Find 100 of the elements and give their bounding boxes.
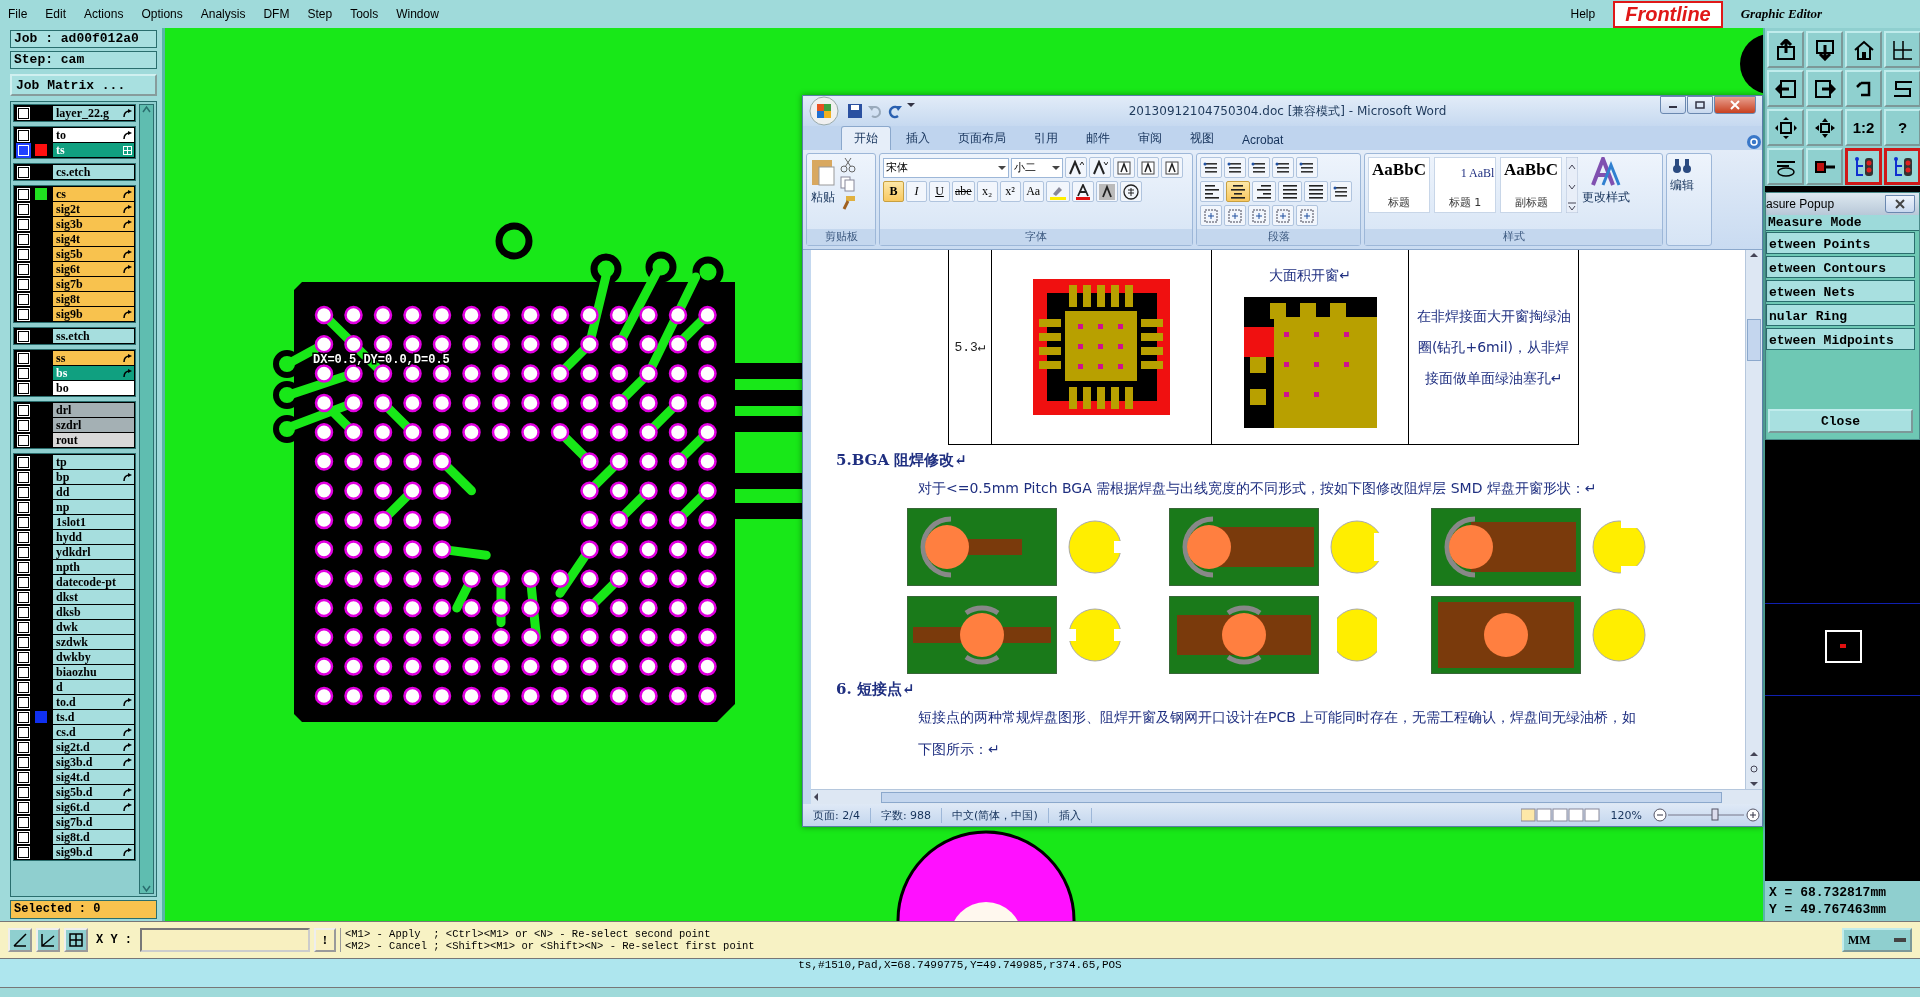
align-button[interactable] (1278, 181, 1302, 202)
scrollbar[interactable] (139, 104, 154, 894)
layer-name[interactable]: sig4t (53, 232, 134, 246)
align-button[interactable] (1200, 181, 1224, 202)
close-button[interactable] (1714, 96, 1756, 114)
layer-checkbox[interactable] (18, 727, 29, 738)
close-button[interactable] (1885, 195, 1915, 213)
ribbon-tab[interactable]: Acrobat (1229, 129, 1297, 150)
help-button[interactable]: ? (1884, 109, 1920, 146)
layer-name[interactable]: sig8t (53, 292, 134, 306)
tool-button[interactable] (36, 928, 60, 952)
units-dropdown[interactable]: MM (1842, 928, 1912, 952)
format-button[interactable]: U (929, 181, 950, 202)
layer-name[interactable]: szdrl (53, 418, 134, 432)
layer-name[interactable]: cs (53, 187, 134, 201)
format-button[interactable]: B (883, 181, 904, 202)
format-button[interactable]: x² (999, 181, 1021, 202)
layer-name[interactable]: sig5b.d (53, 785, 134, 799)
layer-name[interactable]: to.d (53, 695, 134, 709)
layer-checkbox[interactable] (18, 502, 29, 513)
layer-name[interactable]: sig7b.d (53, 815, 134, 829)
layer-checkbox[interactable] (18, 742, 29, 753)
font-color-button[interactable] (1071, 181, 1094, 202)
layer-name[interactable]: sig9b.d (53, 845, 134, 859)
menu-item[interactable]: Step (307, 7, 333, 21)
menu-item[interactable]: Window (396, 7, 439, 21)
scrollbar-thumb[interactable] (1747, 318, 1761, 361)
layer-checkbox[interactable] (18, 757, 29, 768)
list-button[interactable] (1200, 157, 1222, 178)
layer-name[interactable]: szdwk (53, 635, 134, 649)
ribbon-tab[interactable]: 引用 (1021, 126, 1071, 150)
menu-item[interactable]: Tools (350, 7, 379, 21)
layer-checkbox[interactable] (18, 802, 29, 813)
execute-button[interactable]: ! (314, 928, 336, 952)
layer-checkbox[interactable] (18, 532, 29, 543)
layer-checkbox[interactable] (18, 264, 29, 275)
list-button[interactable] (1272, 157, 1294, 178)
layer-name[interactable]: sig4t.d (53, 770, 134, 784)
layer-name[interactable]: dwkby (53, 650, 134, 664)
layer-name[interactable]: rout (53, 433, 134, 447)
layer-checkbox[interactable] (18, 652, 29, 663)
layer-checkbox[interactable] (18, 517, 29, 528)
toolbar-button[interactable] (1845, 148, 1882, 185)
layer-name[interactable]: ts.d (53, 710, 134, 724)
layer-name[interactable]: ss (53, 351, 134, 365)
layer-checkbox[interactable] (18, 130, 29, 141)
layer-name[interactable]: d (53, 680, 134, 694)
ribbon-tab[interactable]: 页面布局 (945, 126, 1019, 150)
font-tool-button[interactable] (1065, 157, 1087, 178)
layer-name[interactable]: hydd (53, 530, 134, 544)
layer-checkbox[interactable] (18, 294, 29, 305)
layer-checkbox[interactable] (18, 562, 29, 573)
layer-checkbox[interactable] (18, 189, 29, 200)
tool-button[interactable] (64, 928, 88, 952)
layer-name[interactable]: sig3b.d (53, 755, 134, 769)
layer-checkbox[interactable] (18, 309, 29, 320)
layer-name[interactable]: sig8t.d (53, 830, 134, 844)
layer-name[interactable]: dwk (53, 620, 134, 634)
layer-checkbox[interactable] (18, 219, 29, 230)
layer-checkbox[interactable] (18, 331, 29, 342)
line-spacing-button[interactable] (1330, 181, 1352, 202)
menu-item[interactable]: Analysis (200, 7, 246, 21)
layer-name[interactable]: sig7b (53, 277, 134, 291)
shading-button[interactable] (1095, 181, 1118, 202)
align-button[interactable] (1226, 181, 1250, 202)
list-button[interactable] (1296, 157, 1318, 178)
layer-name[interactable]: 1slot1 (53, 515, 134, 529)
menu-item[interactable]: Actions (84, 7, 124, 21)
font-tool-button[interactable] (1113, 157, 1135, 178)
layer-name[interactable]: layer_22.g (53, 106, 134, 120)
ribbon-tab[interactable]: 审阅 (1125, 126, 1175, 150)
minimize-button[interactable] (1660, 96, 1686, 114)
tool-button[interactable] (8, 928, 32, 952)
toolbar-button[interactable] (1884, 148, 1920, 185)
layer-checkbox[interactable] (18, 234, 29, 245)
layer-checkbox[interactable] (18, 108, 29, 119)
layer-name[interactable]: dd (53, 485, 134, 499)
layer-checkbox[interactable] (18, 249, 29, 260)
coordinate-input[interactable] (140, 928, 310, 952)
layer-checkbox[interactable] (18, 667, 29, 678)
layer-name[interactable]: biaozhu (53, 665, 134, 679)
list-button[interactable] (1248, 157, 1270, 178)
layer-name[interactable]: bp (53, 470, 134, 484)
measure-mode-button[interactable]: etween Contours (1766, 256, 1915, 278)
font-tool-button[interactable] (1137, 157, 1159, 178)
layer-checkbox[interactable] (18, 472, 29, 483)
format-button[interactable]: abe (952, 181, 975, 202)
layer-checkbox[interactable] (18, 607, 29, 618)
ribbon-tab[interactable]: 开始 (841, 126, 891, 150)
layer-checkbox[interactable] (18, 637, 29, 648)
layer-name[interactable]: dkst (53, 590, 134, 604)
layer-checkbox[interactable] (18, 204, 29, 215)
measure-mode-button[interactable]: nular Ring (1766, 304, 1915, 326)
layer-name[interactable]: bo (53, 381, 134, 395)
layer-checkbox[interactable] (18, 592, 29, 603)
menu-item[interactable]: DFM (263, 7, 290, 21)
format-button[interactable]: Aa (1022, 181, 1044, 202)
layer-name[interactable]: sig6t (53, 262, 134, 276)
change-styles-button[interactable]: 更改样式 (1582, 157, 1630, 226)
paste-button[interactable]: 粘贴 (810, 157, 836, 226)
